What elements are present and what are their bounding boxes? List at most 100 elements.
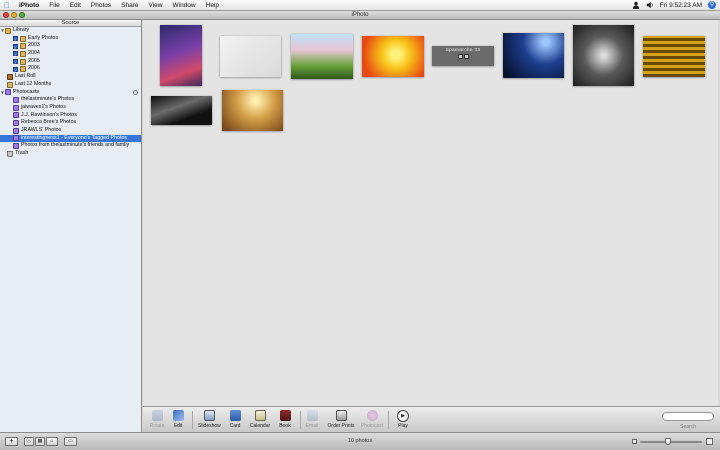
menu-iphoto[interactable]: iPhoto — [14, 2, 44, 9]
card-label: Card — [229, 423, 241, 429]
photocast-refresh-icon[interactable] — [133, 89, 138, 95]
sidebar-item-photocast[interactable]: Photos from thelastminute's friends and … — [0, 142, 141, 150]
sidebar-item-early-photos[interactable]: ✓ Early Photos — [0, 35, 141, 43]
zoom-slider-knob[interactable] — [664, 438, 671, 445]
zoom-slider[interactable] — [640, 441, 702, 443]
book-button[interactable]: Book — [274, 410, 296, 429]
spamarcha-photo[interactable]: Spamarcha 33 — [432, 46, 494, 66]
sidebar-item-label: J.J. Rawlinson's Photos — [21, 111, 77, 118]
dewy-web-photo[interactable] — [573, 25, 634, 86]
photocast-icon — [13, 104, 19, 111]
sidebar-item-photocast[interactable]: jaiwaves1's Photos — [0, 104, 141, 112]
library-icon — [5, 27, 11, 34]
search-label: Search — [680, 424, 696, 430]
sidebar-item-label: thelastminute's Photos — [21, 96, 75, 103]
photocast-icon — [13, 143, 19, 150]
checkbox-icon[interactable]: ✓ — [13, 51, 18, 57]
menu-edit[interactable]: Edit — [65, 2, 86, 9]
sidebar-item-label: Photocasts — [13, 88, 40, 95]
sidebar-item-2003[interactable]: ✓ 2003 — [0, 42, 141, 50]
book-label: Book — [279, 423, 291, 429]
menu-help[interactable]: Help — [201, 2, 224, 9]
sidebar-item-photocasts[interactable]: ▼ Photocasts — [0, 89, 141, 97]
sidebar-item-photocast[interactable]: J.J. Rawlinson's Photos — [0, 112, 141, 120]
calendar-label: Calendar — [249, 423, 271, 429]
menu-file[interactable]: File — [44, 2, 64, 9]
card-button[interactable]: Card — [224, 410, 246, 429]
sidebar-item-library[interactable]: ▼ Library — [0, 27, 141, 35]
photo-count: 10 photos — [347, 438, 373, 444]
card-icon — [229, 410, 241, 421]
sidebar-item-photocast-selected[interactable]: interestingness1 - Everyone's Tagged Pho… — [0, 134, 141, 143]
user-icon[interactable] — [632, 1, 640, 9]
photocast-icon — [13, 112, 19, 119]
sidebar-item-label: Last Roll — [15, 73, 36, 80]
sidebar-item-label: interestingness1 - Everyone's Tagged Pho… — [21, 134, 128, 141]
volume-icon[interactable] — [646, 1, 654, 9]
menu-bar:  iPhoto File Edit Photos Share View Win… — [0, 0, 720, 11]
night-sky-photo[interactable] — [503, 33, 564, 78]
photocast-label: Photocast — [360, 423, 384, 429]
checkbox-icon[interactable]: ✓ — [13, 59, 18, 65]
edit-icon — [172, 410, 184, 421]
sidebar-item-last-roll[interactable]: Last Roll — [0, 73, 141, 81]
play-button[interactable]: ▶ Play — [392, 410, 414, 429]
search-input[interactable] — [662, 412, 714, 421]
red-match-photo[interactable] — [362, 36, 424, 77]
photocast-icon — [13, 135, 19, 142]
slideshow-button[interactable]: Slideshow — [198, 410, 221, 429]
sidebar-item-label: JRAWLS' Photos — [21, 126, 62, 133]
checkbox-icon[interactable]: ✓ — [13, 36, 18, 42]
sidebar-item-last-12-months[interactable]: Last 12 Months — [0, 81, 141, 89]
toolbar-separator — [388, 411, 389, 429]
sidebar-item-photocast[interactable]: thelastminute's Photos — [0, 96, 141, 104]
window-title-bar: iPhoto — [0, 11, 720, 20]
edit-button[interactable]: Edit — [167, 410, 189, 429]
menu-share[interactable]: Share — [116, 2, 143, 9]
sunset-silhouette-photo[interactable] — [222, 90, 283, 131]
checkbox-icon[interactable]: ✓ — [13, 43, 18, 50]
email-button[interactable]: Email — [301, 410, 323, 429]
zoom-large-icon — [706, 438, 713, 445]
ferris-wheel-photo[interactable] — [160, 25, 202, 86]
email-label: Email — [305, 423, 319, 429]
rotate-icon — [151, 410, 163, 421]
menubar-clock[interactable]: Fri 9:52:23 AM — [660, 2, 702, 9]
flower-sculpture-photo[interactable] — [291, 34, 353, 79]
calendar-album-icon — [7, 81, 13, 88]
sidebar-item-photocast[interactable]: Rebecca Bree's Photos — [0, 119, 141, 127]
rotate-label: Rotate — [149, 423, 165, 429]
menu-window[interactable]: Window — [168, 2, 201, 9]
calendar-button[interactable]: Calendar — [249, 410, 271, 429]
menu-photos[interactable]: Photos — [86, 2, 116, 9]
sidebar-item-photocast[interactable]: JRAWLS' Photos — [0, 127, 141, 135]
film-roll-icon — [7, 73, 13, 80]
apple-icon[interactable]:  — [0, 1, 14, 10]
sidebar-item-label: 2003 — [28, 42, 40, 49]
album-icon — [20, 58, 26, 65]
sidebar-item-label: Photos from thelastminute's friends and … — [21, 142, 130, 149]
spotlight-icon[interactable]: ⚲ — [708, 1, 716, 9]
bottom-toolbar: Rotate Edit Slideshow Card Calendar Book… — [143, 406, 720, 432]
album-icon — [20, 35, 26, 42]
photocast-button[interactable]: Photocast — [359, 410, 385, 429]
sidebar-item-2004[interactable]: ✓ 2004 — [0, 50, 141, 58]
golden-grid-photo[interactable] — [643, 36, 705, 77]
sidebar-item-2005[interactable]: ✓ 2005 — [0, 58, 141, 66]
dark-street-photo[interactable] — [151, 96, 212, 125]
checkbox-icon[interactable]: ✓ — [13, 66, 18, 73]
rotate-button[interactable]: Rotate — [146, 410, 168, 429]
white-bottle-photo[interactable] — [220, 36, 281, 77]
order-prints-label: Order Prints — [327, 423, 355, 429]
book-icon — [279, 410, 291, 421]
slideshow-icon — [203, 410, 215, 421]
source-header: Source — [0, 20, 141, 27]
sidebar-item-trash[interactable]: Trash — [0, 150, 141, 158]
sidebar-item-label: Trash — [15, 150, 29, 156]
sidebar-item-2006[interactable]: ✓ 2006 — [0, 65, 141, 73]
edit-label: Edit — [173, 423, 183, 429]
photo-browser: Spamarcha 33 — [143, 20, 720, 406]
album-icon — [20, 43, 26, 50]
order-prints-button[interactable]: Order Prints — [326, 410, 356, 429]
menu-view[interactable]: View — [144, 2, 168, 9]
